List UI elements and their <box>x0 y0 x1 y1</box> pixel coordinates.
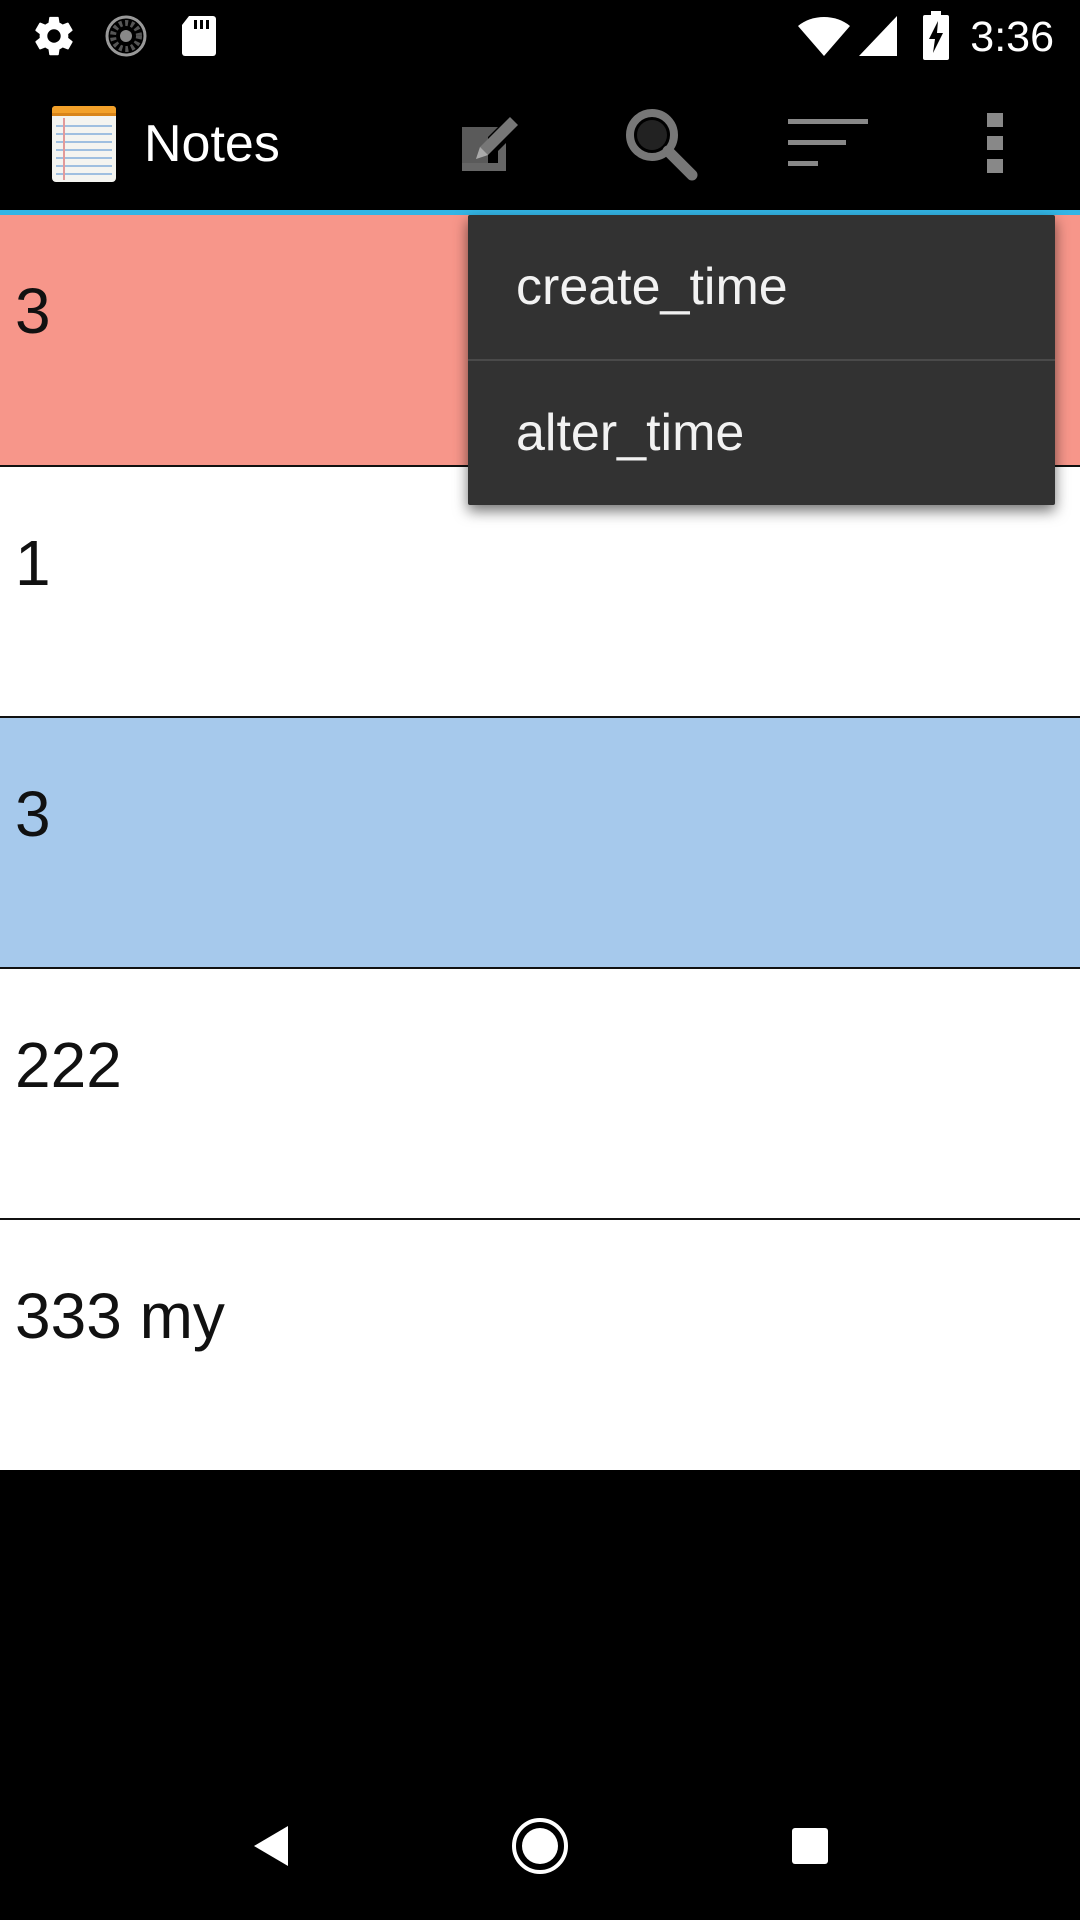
sort-icon <box>788 117 868 174</box>
signal-icon <box>856 12 900 60</box>
sort-button[interactable] <box>773 90 883 200</box>
note-title: 1 <box>15 527 51 599</box>
sd-card-icon <box>176 12 222 60</box>
overflow-menu-button[interactable] <box>940 90 1050 200</box>
note-title: 3 <box>15 778 51 850</box>
search-icon <box>622 105 698 186</box>
new-note-button[interactable] <box>435 90 545 200</box>
search-button[interactable] <box>605 90 715 200</box>
wifi-icon <box>796 12 852 60</box>
recents-button[interactable] <box>760 1800 860 1896</box>
new-note-icon <box>458 113 522 178</box>
back-icon <box>250 1824 290 1873</box>
list-item[interactable]: 222 <box>0 969 1080 1220</box>
notepad-icon <box>52 106 116 182</box>
note-title: 333 my <box>15 1280 225 1352</box>
note-title: 3 <box>15 275 51 347</box>
home-button[interactable] <box>490 1800 590 1896</box>
overflow-menu-icon <box>985 111 1005 180</box>
status-bar: 3:36 <box>0 0 1080 73</box>
sort-menu: create_time alter_time <box>468 215 1055 505</box>
note-title: 222 <box>15 1029 122 1101</box>
list-item[interactable]: 333 my <box>0 1220 1080 1470</box>
recents-icon <box>790 1826 830 1871</box>
gear-icon <box>28 12 80 60</box>
status-time: 3:36 <box>970 13 1054 61</box>
list-item[interactable]: 3 <box>0 718 1080 969</box>
menu-item-create-time[interactable]: create_time <box>468 215 1055 359</box>
loading-icon <box>100 12 152 60</box>
battery-charging-icon <box>920 11 952 60</box>
app-title: Notes <box>144 115 280 173</box>
home-icon <box>510 1816 570 1881</box>
back-button[interactable] <box>220 1800 320 1896</box>
menu-item-alter-time[interactable]: alter_time <box>468 361 1055 505</box>
